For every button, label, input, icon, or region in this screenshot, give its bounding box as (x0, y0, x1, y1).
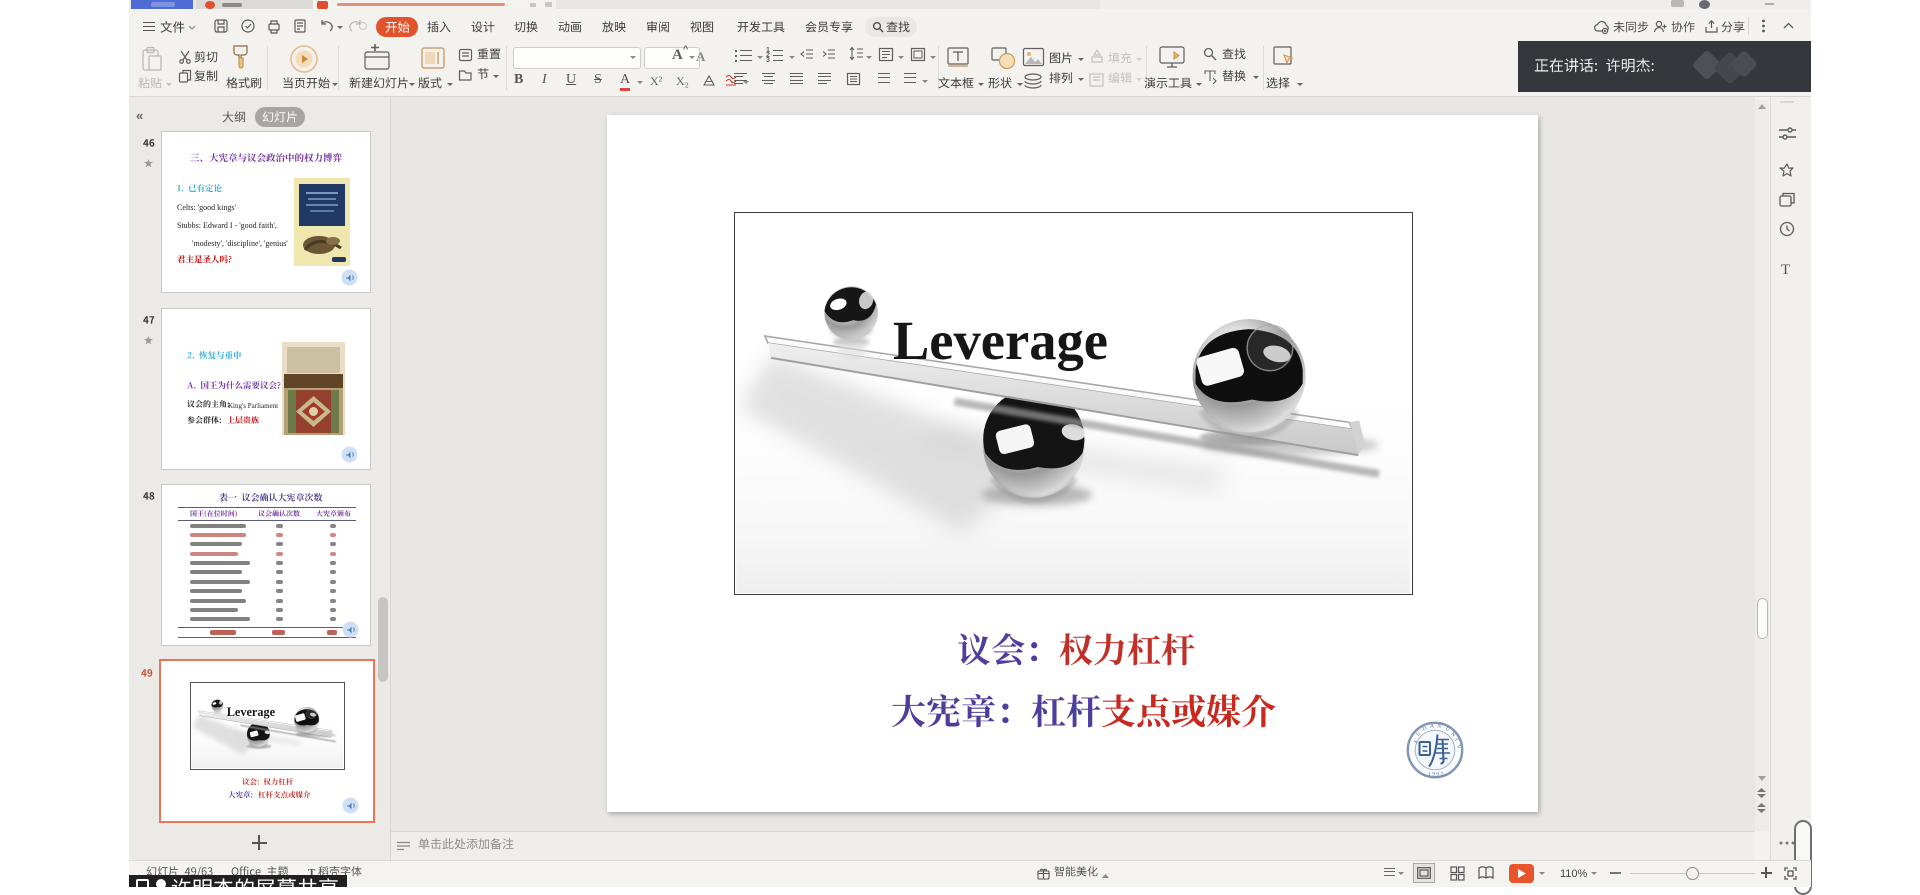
svg-text:Leverage: Leverage (227, 705, 276, 719)
svg-text:Leverage: Leverage (893, 310, 1108, 371)
svg-text:1 9 0 5: 1 9 0 5 (1428, 772, 1444, 778)
svg-text:A: A (1430, 724, 1434, 730)
